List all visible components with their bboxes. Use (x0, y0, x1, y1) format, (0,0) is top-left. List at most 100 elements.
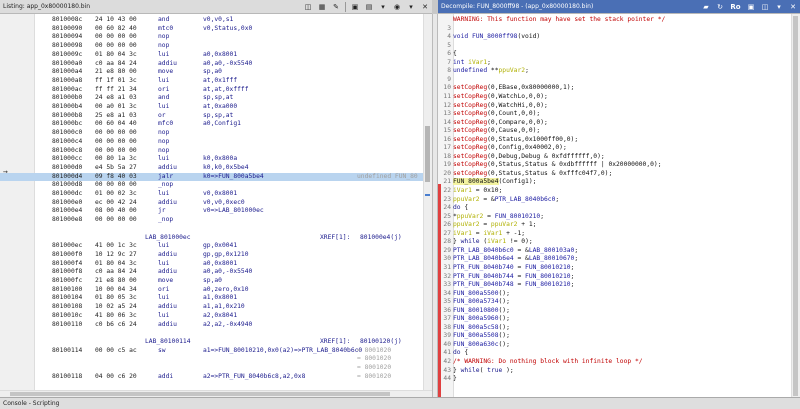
listing-row[interactable]: 801000d8 00 00 00 00 _nop (0, 181, 432, 189)
code-token[interactable]: setCopReg (453, 93, 487, 100)
listing-row[interactable]: 80100090 00 60 82 40 mtc0 v0,Status,0x0 (0, 25, 432, 33)
decompile-line[interactable]: 19 setCopReg(0,Status,Status & 0xdbfffff… (438, 161, 800, 170)
listing-row[interactable]: 801000e8 00 00 00 00 _nop (0, 216, 432, 224)
decompile-line[interactable]: 35 FUN_800a5734(); (438, 298, 800, 307)
listing-panel[interactable]: 8010008c 24 10 43 00 and v0,v0,s1 80100090 00… (0, 14, 432, 397)
decompile-line[interactable]: 18 setCopReg(0,Debug,Debug & 0xfdffffff,… (438, 153, 800, 162)
decompile-line[interactable]: 30 PTR_LAB_8040b6e4 = &LAB_80010670; (438, 255, 800, 264)
listing-row[interactable]: 801000b4 00 a0 01 3c lui at,0xa000 (0, 103, 432, 111)
code-token[interactable]: FUN_800a5508 (453, 332, 499, 339)
listing-row[interactable] (0, 329, 432, 337)
code-token[interactable]: FUN_800a5be4 (453, 178, 499, 186)
snapshot-icon[interactable]: ▣ (746, 2, 757, 12)
decompile-line[interactable]: 40 FUN_800a630c(); (438, 341, 800, 350)
listing-row[interactable]: 8010008c 24 10 43 00 and v0,v0,s1 (0, 16, 432, 24)
code-token[interactable]: FUN_800a5734 (453, 298, 499, 305)
code-token[interactable]: PTR_LAB_8040b6c0 (495, 196, 556, 203)
listing-row[interactable] (0, 225, 432, 233)
listing-row[interactable]: 8010010c 41 80 06 3c lui a2,0x8041 (0, 312, 432, 320)
decompile-line[interactable]: 17 setCopReg(0,Config,0x40002,0); (438, 144, 800, 153)
code-token[interactable]: setCopReg (453, 102, 487, 109)
code-token[interactable]: FUN_80010800 (453, 307, 499, 314)
code-token[interactable]: PTR_LAB_8040b6c0 (453, 247, 514, 254)
listing-row[interactable]: 801000b8 25 e8 a1 03 or sp,sp,at (0, 112, 432, 120)
code-token[interactable]: setCopReg (453, 136, 487, 143)
listing-row[interactable]: 801000f4 01 80 04 3c lui a0,0x8001 (0, 260, 432, 268)
listing-row[interactable]: 801000ac ff ff 21 34 ori at,at,0xffff (0, 86, 432, 94)
listing-row[interactable]: 80100094 00 00 00 00 nop (0, 33, 432, 41)
code-token[interactable]: FUN_80010210 (525, 264, 571, 271)
decompile-line[interactable]: 43 } while( true ); (438, 367, 800, 376)
listing-row[interactable]: 801000c8 00 00 00 00 nop (0, 147, 432, 155)
snapshot-icon[interactable]: ▣ (350, 2, 361, 12)
decompile-line[interactable]: 14 setCopReg(0,Compare,0,0); (438, 119, 800, 128)
decompile-line[interactable]: 10 setCopReg(0,EBase,0x80000000,1); (438, 84, 800, 93)
console-titlebar[interactable]: Console - Scripting (0, 397, 800, 409)
listing-row[interactable]: 801000e0 ec 00 42 24 addiu v0,v0,0xec0 (0, 199, 432, 207)
decompile-line[interactable]: 13 setCopReg(0,Count,0,0); (438, 110, 800, 119)
decompile-line[interactable]: 21 FUN_800a5be4(Config1); (438, 178, 800, 187)
code-token[interactable]: setCopReg (453, 144, 487, 151)
decompile-line[interactable]: 26 ppuVar2 = ppuVar2 + 1; (438, 221, 800, 230)
code-token[interactable]: PTR_FUN_8040b744 (453, 273, 514, 280)
decompile-line[interactable]: 22 iVar1 = 0x10; (438, 187, 800, 196)
field-icon[interactable]: ▤ (364, 2, 375, 12)
listing-row[interactable]: 801000a4 21 e8 80 00 move sp,a0 (0, 68, 432, 76)
listing-row[interactable]: 801000a8 ff 1f 01 3c lui at,0x1fff (0, 77, 432, 85)
decompile-panel[interactable]: WARNING: This function may have set the … (438, 14, 800, 397)
code-token[interactable]: setCopReg (453, 170, 487, 177)
camera-icon[interactable]: ◉ (392, 2, 403, 12)
decompile-line[interactable]: 32 PTR_FUN_8040b744 = FUN_80010210; (438, 273, 800, 282)
code-token[interactable]: setCopReg (453, 119, 487, 126)
listing-row[interactable]: 80100098 00 00 00 00 nop (0, 42, 432, 50)
listing-row[interactable]: 801000b0 24 e8 a1 03 and sp,sp,at (0, 94, 432, 102)
decompile-line[interactable]: 41 do { (438, 349, 800, 358)
listing-row[interactable]: 8010009c 01 80 04 3c lui a0,0x8001 (0, 51, 432, 59)
listing-row[interactable]: 80100100 10 00 04 34 ori a0,zero,0x10 (0, 286, 432, 294)
listing-row[interactable]: 801000cc 00 80 1a 3c lui k0,0x800a (0, 155, 432, 163)
code-token[interactable]: LAB_80010670 (529, 255, 575, 262)
code-token[interactable]: FUN_800a5960 (453, 315, 499, 322)
decompile-line[interactable]: 15 setCopReg(0,Cause,0,0); (438, 127, 800, 136)
decompile-line[interactable]: 16 setCopReg(0,Status,0x1000ff00,0); (438, 136, 800, 145)
code-token[interactable]: setCopReg (453, 153, 487, 160)
decompile-line[interactable]: 9 (438, 76, 800, 85)
listing-hscrollbar[interactable] (0, 390, 432, 397)
ro-icon[interactable]: Ro (729, 2, 743, 12)
code-token[interactable]: setCopReg (453, 161, 487, 168)
decompile-line[interactable]: WARNING: This function may have set the … (438, 16, 800, 25)
dropdown-icon[interactable]: ▾ (406, 2, 417, 12)
menu-icon[interactable]: ▾ (774, 2, 785, 12)
copy-icon[interactable]: ◫ (303, 2, 314, 12)
decompile-line[interactable]: 27 iVar1 = iVar1 + -1; (438, 230, 800, 239)
decompile-line[interactable]: 4 void FUN_8000ff98(void) (438, 33, 800, 42)
code-token[interactable]: FUN_80010210 (525, 281, 571, 288)
code-token[interactable]: setCopReg (453, 110, 487, 117)
listing-row[interactable]: 801000bc 00 60 04 40 mfc0 a0,Config1 (0, 120, 432, 128)
code-token[interactable]: FUN_80010210 (495, 213, 541, 220)
dropdown-icon[interactable]: ▾ (378, 2, 389, 12)
decompile-line[interactable]: 6{ (438, 50, 800, 59)
listing-row[interactable]: 801000f0 10 12 9c 27 addiu gp,gp,0x1210 (0, 251, 432, 259)
listing-row[interactable]: 801000c0 00 00 00 00 nop (0, 129, 432, 137)
listing-row[interactable]: 801000d4 09 f8 40 03 jalr k0=>FUN_800a5be4 u… (0, 172, 432, 181)
decompile-scrollbar[interactable] (791, 14, 800, 397)
decompile-line[interactable]: 5 (438, 42, 800, 51)
close-icon[interactable]: ✕ (788, 2, 799, 12)
code-token[interactable]: PTR_FUN_8040b740 (453, 264, 514, 271)
decompile-line[interactable]: 33 PTR_FUN_8040b748 = FUN_80010210; (438, 281, 800, 290)
listing-row[interactable]: 80100118 04 00 c6 20 addi a2=>PTR_FUN_8040b… (0, 373, 432, 381)
decompile-line[interactable]: 12 setCopReg(0,WatchHi,0,0); (438, 102, 800, 111)
code-token[interactable]: setCopReg (453, 84, 487, 91)
decompile-line[interactable]: 36 FUN_80010800(); (438, 307, 800, 316)
listing-row[interactable]: 801000fc 21 e8 80 00 move sp,a0 (0, 277, 432, 285)
code-token[interactable]: PTR_FUN_8040b748 (453, 281, 514, 288)
listing-row[interactable]: 80100114 00 00 c5 ac sw a1=>FUN_80010210,0x… (0, 347, 432, 355)
decompile-line[interactable]: 25 *ppuVar2 = FUN_80010210; (438, 213, 800, 222)
listing-row[interactable]: 80100104 01 80 05 3c lui a1,0x8001 (0, 294, 432, 302)
listing-titlebar[interactable]: Listing: app_0x80000180.bin ◫ ▦ ✎ ▣ ▤ ▾ … (0, 0, 432, 14)
code-token[interactable]: FUN_800a630c (453, 341, 499, 348)
decompile-line[interactable]: 38 FUN_800a5c58(); (438, 324, 800, 333)
refresh-icon[interactable]: ↻ (715, 2, 726, 12)
decompile-line[interactable]: 8 undefined **ppuVar2; (438, 67, 800, 76)
